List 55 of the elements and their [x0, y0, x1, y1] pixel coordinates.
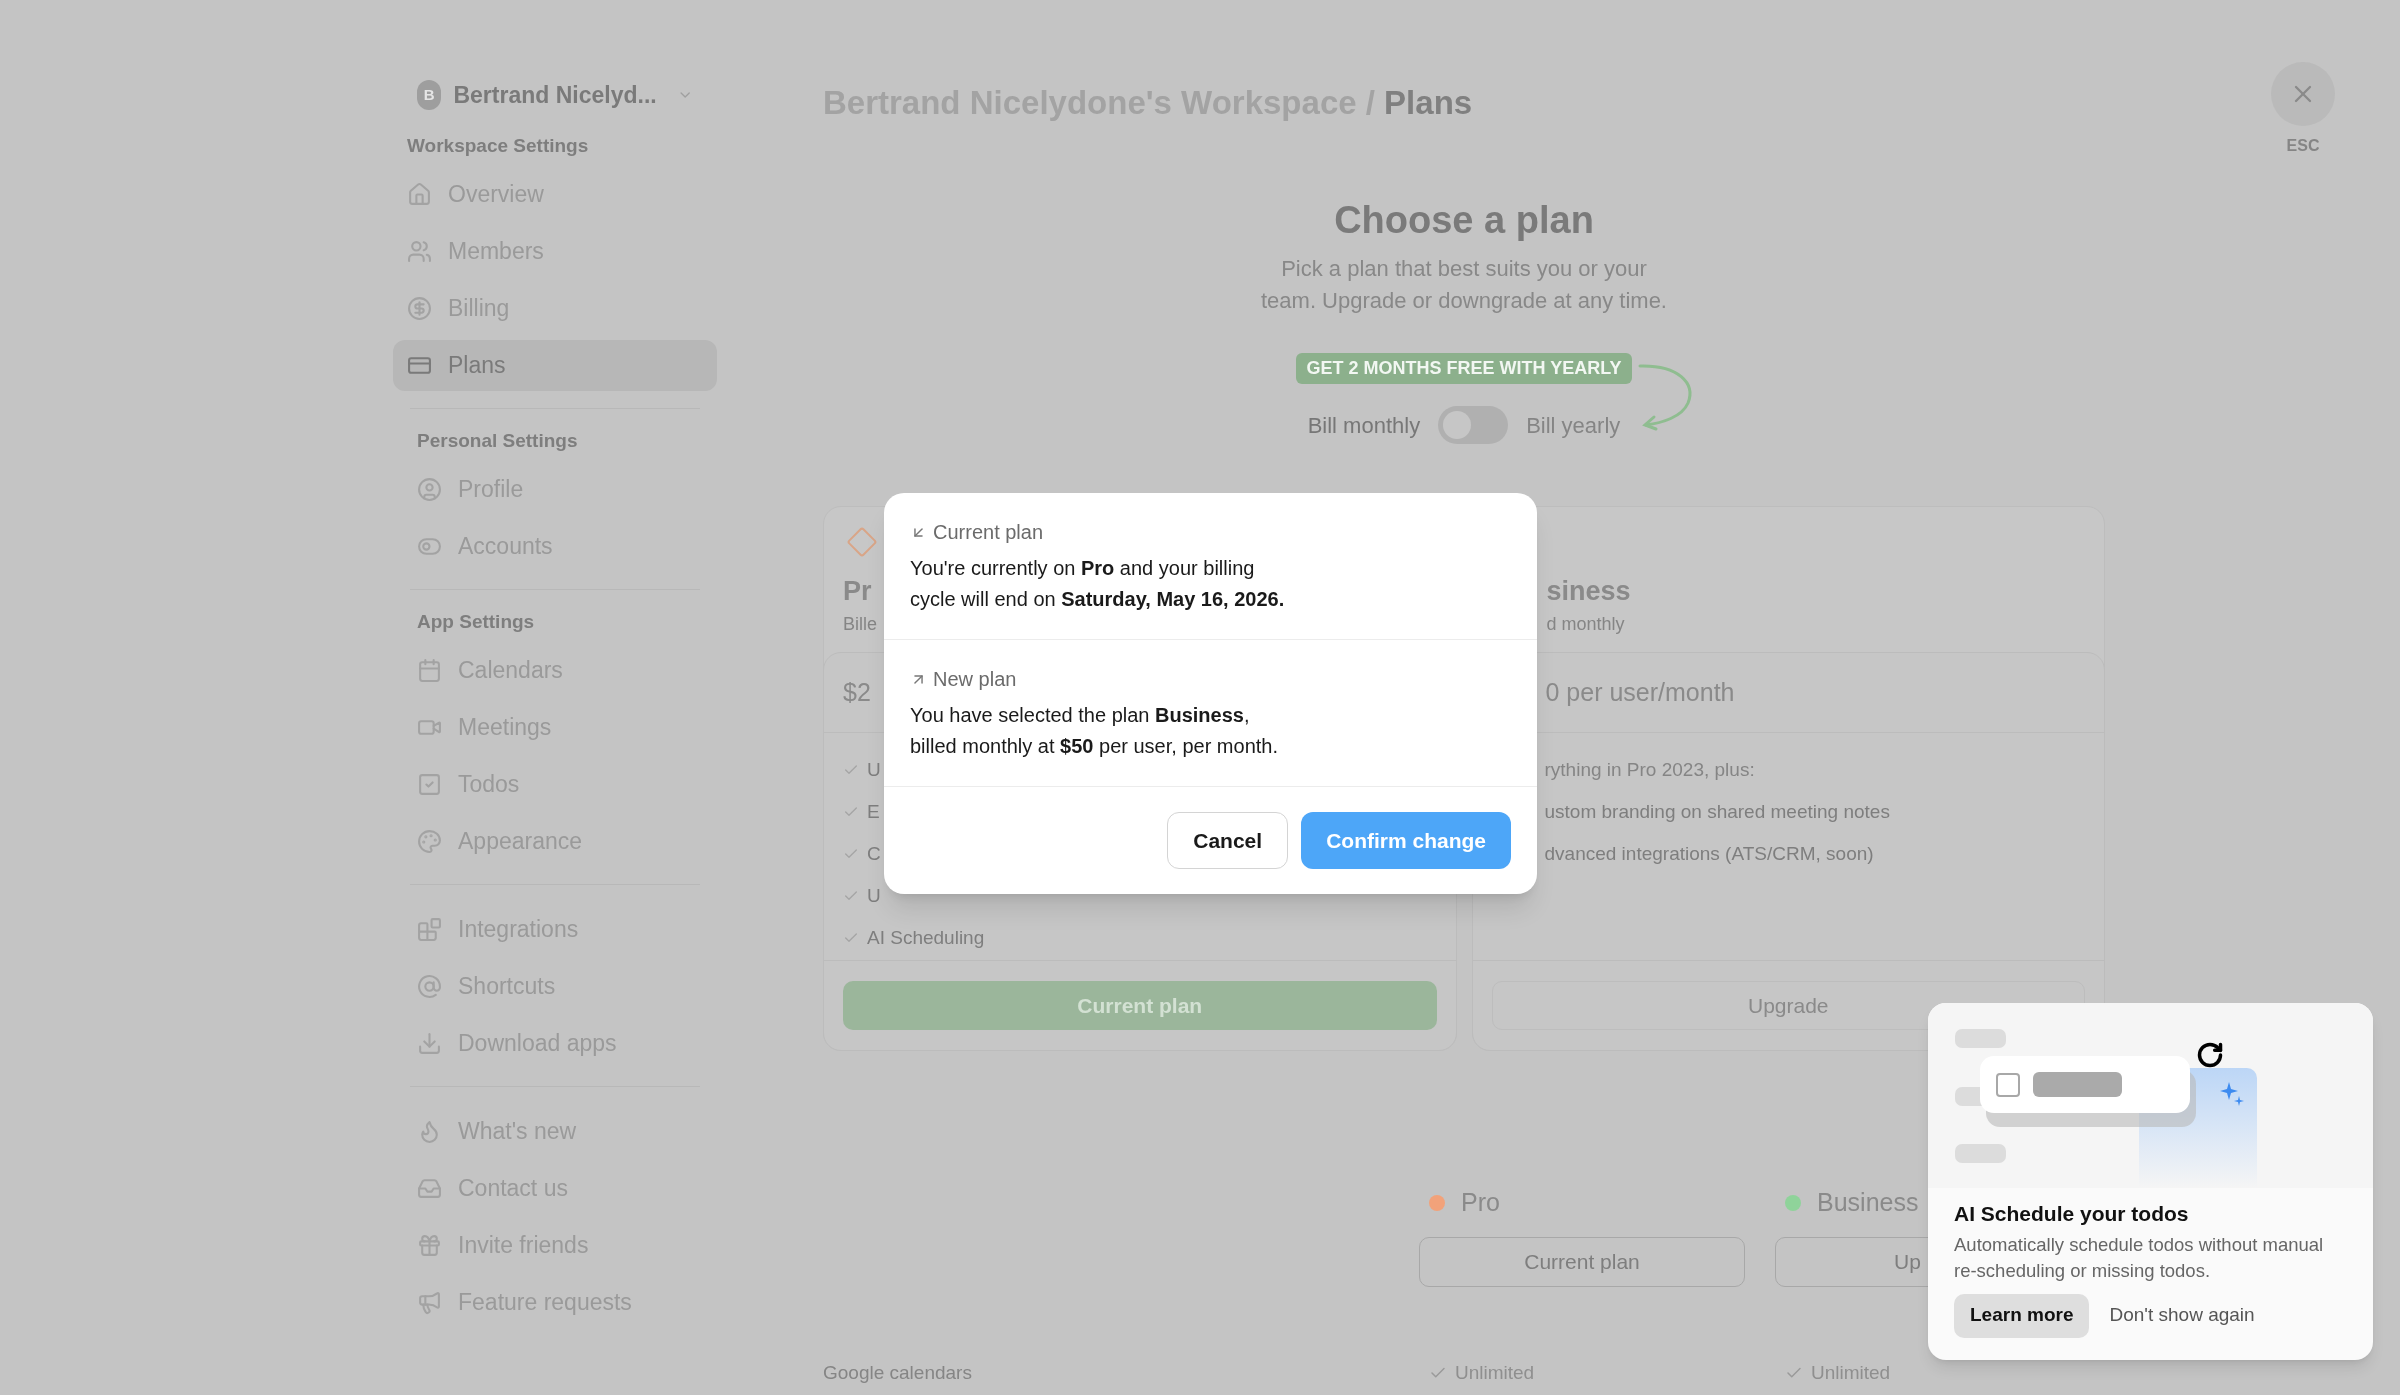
feature-intro: rything in Pro 2023, plus: — [1544, 757, 1755, 782]
plan-column-title: Pro — [1461, 1187, 1500, 1219]
feature-row-label: Google calendars — [823, 1361, 973, 1385]
gift-icon — [417, 1233, 442, 1258]
megaphone-icon — [417, 1290, 442, 1315]
learn-more-button[interactable]: Learn more — [1954, 1293, 2090, 1338]
sidebar-item[interactable]: Plans — [393, 340, 717, 391]
avatar: B — [417, 80, 442, 110]
plans-heading: Choose a plan — [1334, 198, 1594, 243]
user-icon — [417, 477, 442, 502]
workspace-name[interactable]: Bertrand Nicelyd... — [453, 77, 657, 113]
plans-subtitle: Pick a plan that best suits you or your team. Upgrade or downgrade at any time. — [1260, 255, 1668, 315]
inbox-icon — [417, 1176, 442, 1201]
feature-text: E — [867, 799, 880, 824]
monthly-label: Bill monthly — [1307, 411, 1421, 440]
section-title: Workspace Settings — [406, 133, 590, 158]
dialog-section-text: You're currently on Pro and your billing cycle will end on Saturday, May 16, 2026. — [910, 556, 1286, 612]
download-icon — [417, 1031, 442, 1056]
plan-billing: d monthly — [1546, 613, 1625, 636]
plan-name: Pr — [843, 574, 872, 608]
palette-icon — [417, 829, 442, 854]
popup-title: AI Schedule your todos — [1954, 1201, 2189, 1227]
feature-text: C — [867, 841, 881, 866]
section-title: App Settings — [416, 609, 536, 634]
section-title: Personal Settings — [416, 428, 579, 453]
dialog-section-heading: New plan — [933, 667, 1017, 692]
cancel-button[interactable]: Cancel — [1167, 812, 1289, 869]
feature-text: dvanced integrations (ATS/CRM, soon) — [1544, 841, 1874, 866]
blocks-icon — [417, 917, 442, 942]
plan-billing: Bille — [843, 613, 877, 636]
feature-text: U — [867, 883, 881, 908]
current-plan-button[interactable]: Current plan — [843, 981, 1437, 1030]
plan-column-button[interactable]: Current plan — [1419, 1237, 1745, 1287]
page-title: Plans — [1384, 84, 1473, 121]
plan-price: $2 — [843, 676, 871, 708]
dollar-icon — [407, 296, 432, 321]
esc-hint: ESC — [2286, 136, 2320, 156]
yearly-label: Bill yearly — [1526, 411, 1621, 440]
users-icon — [407, 239, 432, 264]
confirm-button[interactable]: Confirm change — [1301, 812, 1511, 869]
popup-text: Automatically schedule todos without manual re-scheduling or missing todos. — [1954, 1232, 2325, 1283]
feature-text: U — [867, 757, 881, 782]
plan-price: 0 per user/month — [1545, 676, 1735, 708]
plan-column-title: Business — [1817, 1187, 1919, 1219]
promo-badge: GET 2 MONTHS FREE WITH YEARLY — [1296, 353, 1632, 384]
dialog-section-heading: Current plan — [933, 520, 1044, 545]
checkbox-icon — [417, 772, 442, 797]
home-icon — [407, 182, 432, 207]
at-icon — [417, 974, 442, 999]
dialog-section-text: You have selected the plan Business, billed monthly at $50 per user, per month. — [910, 703, 1279, 759]
calendar-icon — [417, 658, 442, 683]
feature-text: AI Scheduling — [867, 925, 985, 950]
plan-name: siness — [1546, 574, 1631, 608]
dismiss-button[interactable]: Don't show again — [2109, 1293, 2255, 1338]
feature-text: ustom branding on shared meeting notes — [1544, 799, 1890, 824]
